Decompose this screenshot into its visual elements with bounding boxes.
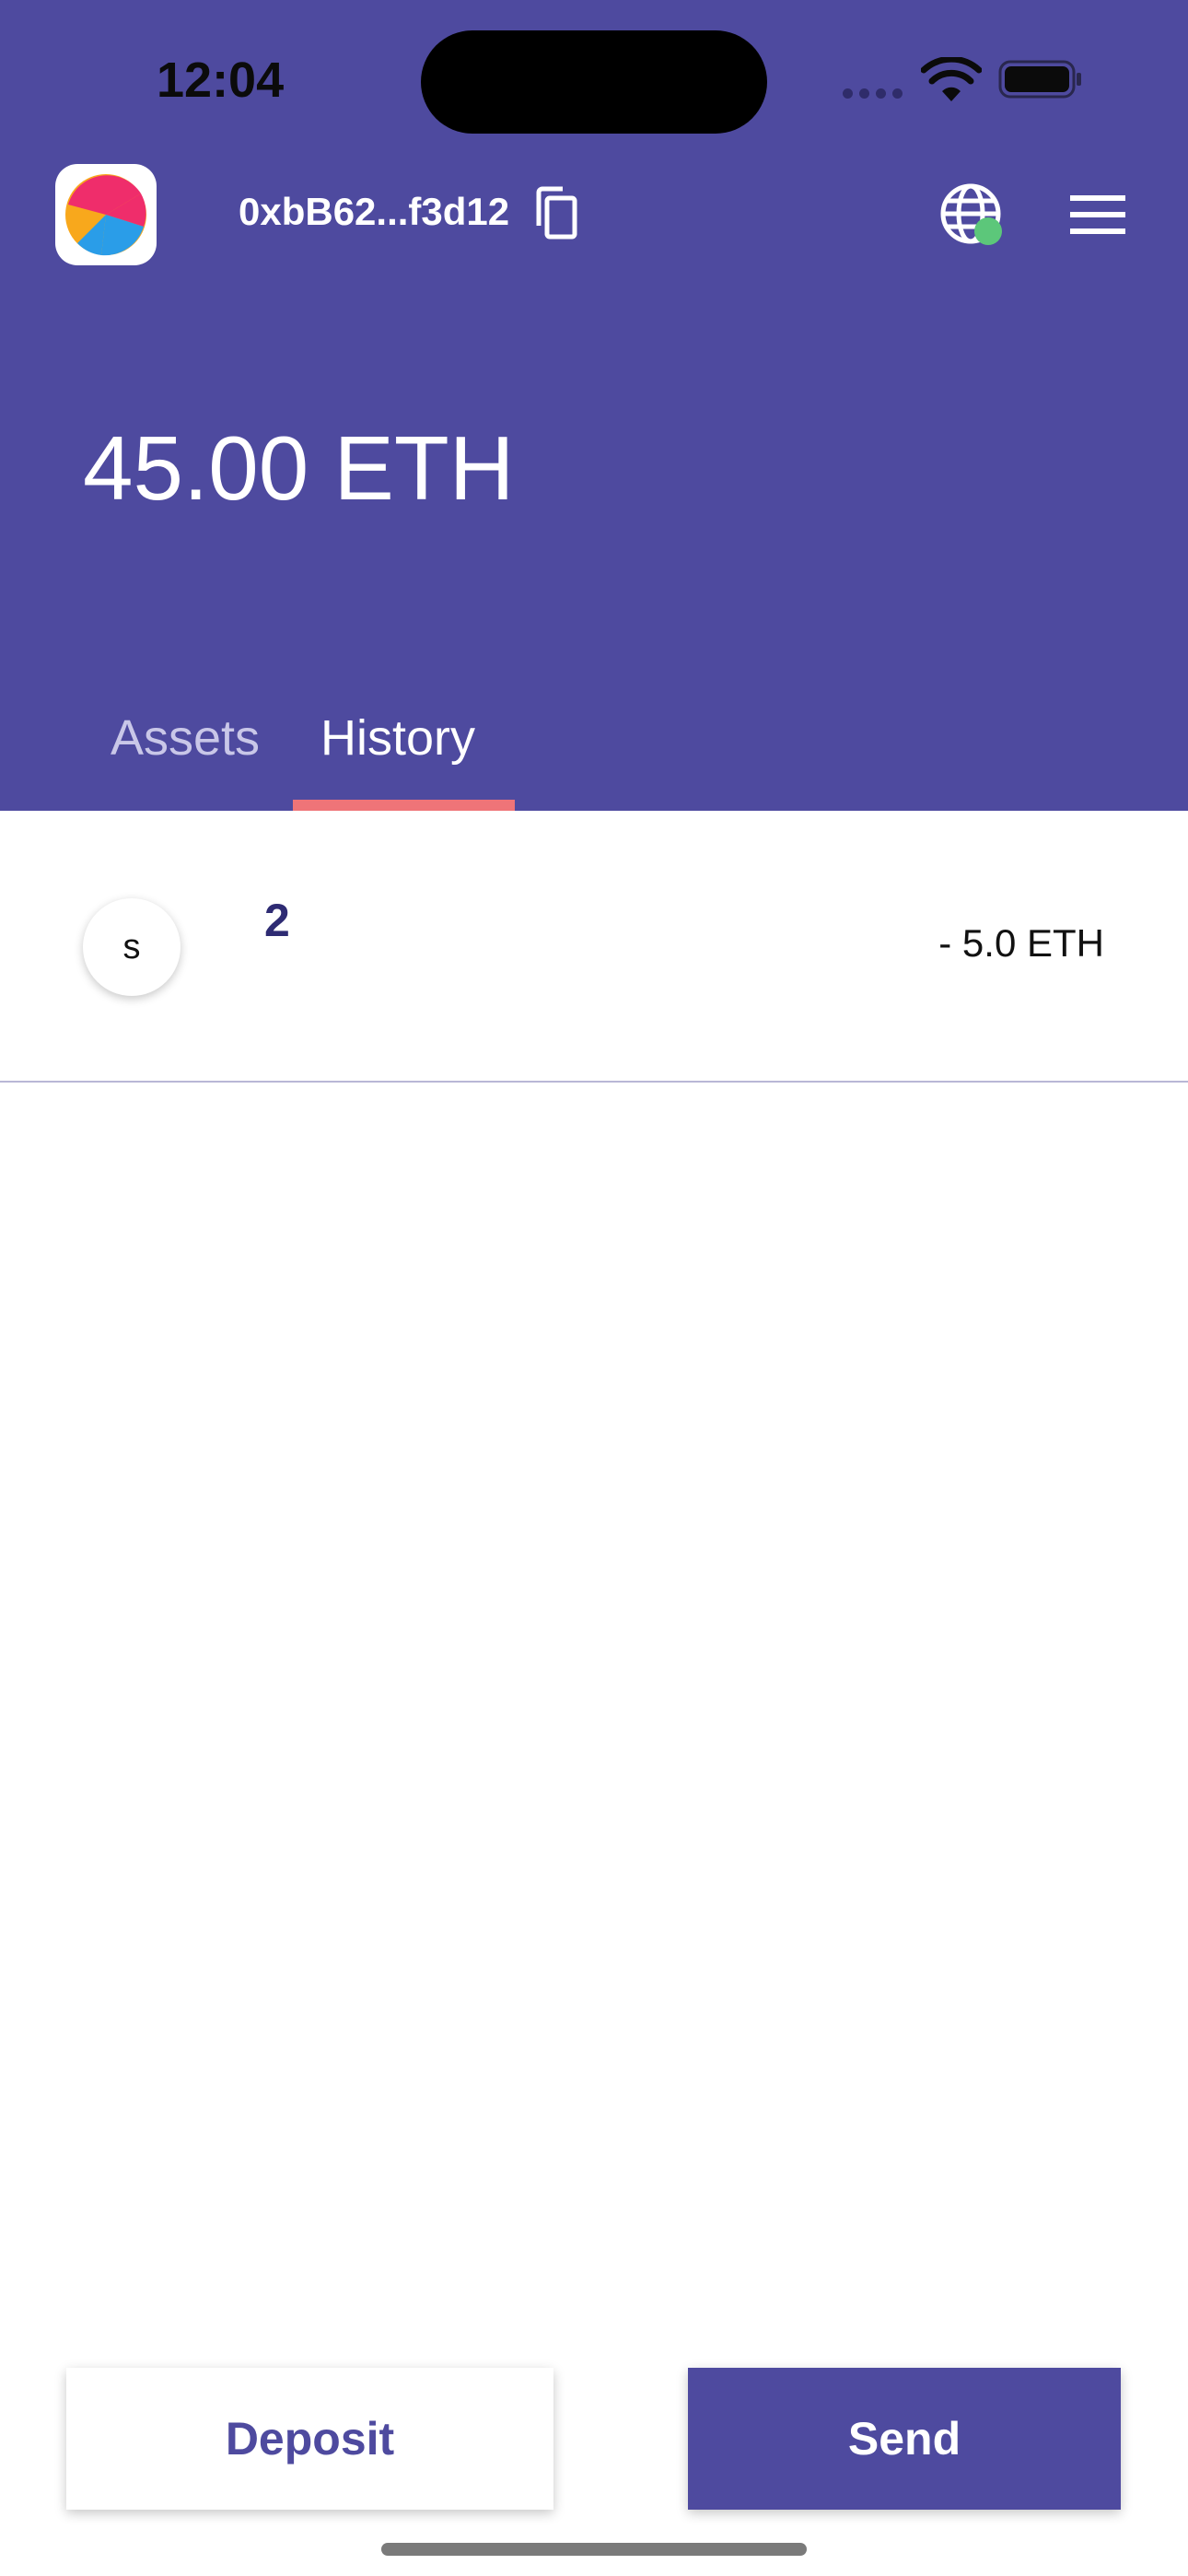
cellular-signal-icon (843, 88, 903, 99)
transaction-amount: - 5.0 ETH (938, 921, 1104, 965)
wallet-header: 12:04 0xbB62...f3d12 45.00 ETH Assets Hi… (0, 0, 1188, 811)
transaction-row[interactable]: s 2 - 5.0 ETH (0, 811, 1188, 1082)
wifi-icon (921, 57, 982, 101)
copy-icon[interactable] (530, 185, 579, 240)
transaction-avatar: s (83, 898, 181, 996)
tab-history[interactable]: History (320, 709, 475, 767)
battery-icon (998, 60, 1081, 99)
network-status-indicator (974, 217, 1002, 245)
tab-assets[interactable]: Assets (111, 709, 260, 767)
wallet-address[interactable]: 0xbB62...f3d12 (239, 190, 509, 234)
deposit-button[interactable]: Deposit (66, 2368, 553, 2510)
app-logo (55, 164, 157, 265)
transaction-title: 2 (264, 895, 290, 946)
send-button[interactable]: Send (688, 2368, 1121, 2510)
home-indicator[interactable] (381, 2543, 807, 2556)
row-divider (0, 1081, 1188, 1083)
active-tab-indicator (293, 800, 515, 811)
wallet-balance: 45.00 ETH (83, 417, 515, 519)
status-bar-time: 12:04 (157, 53, 285, 108)
dynamic-island (421, 30, 767, 134)
hamburger-menu-icon[interactable] (1070, 193, 1125, 236)
